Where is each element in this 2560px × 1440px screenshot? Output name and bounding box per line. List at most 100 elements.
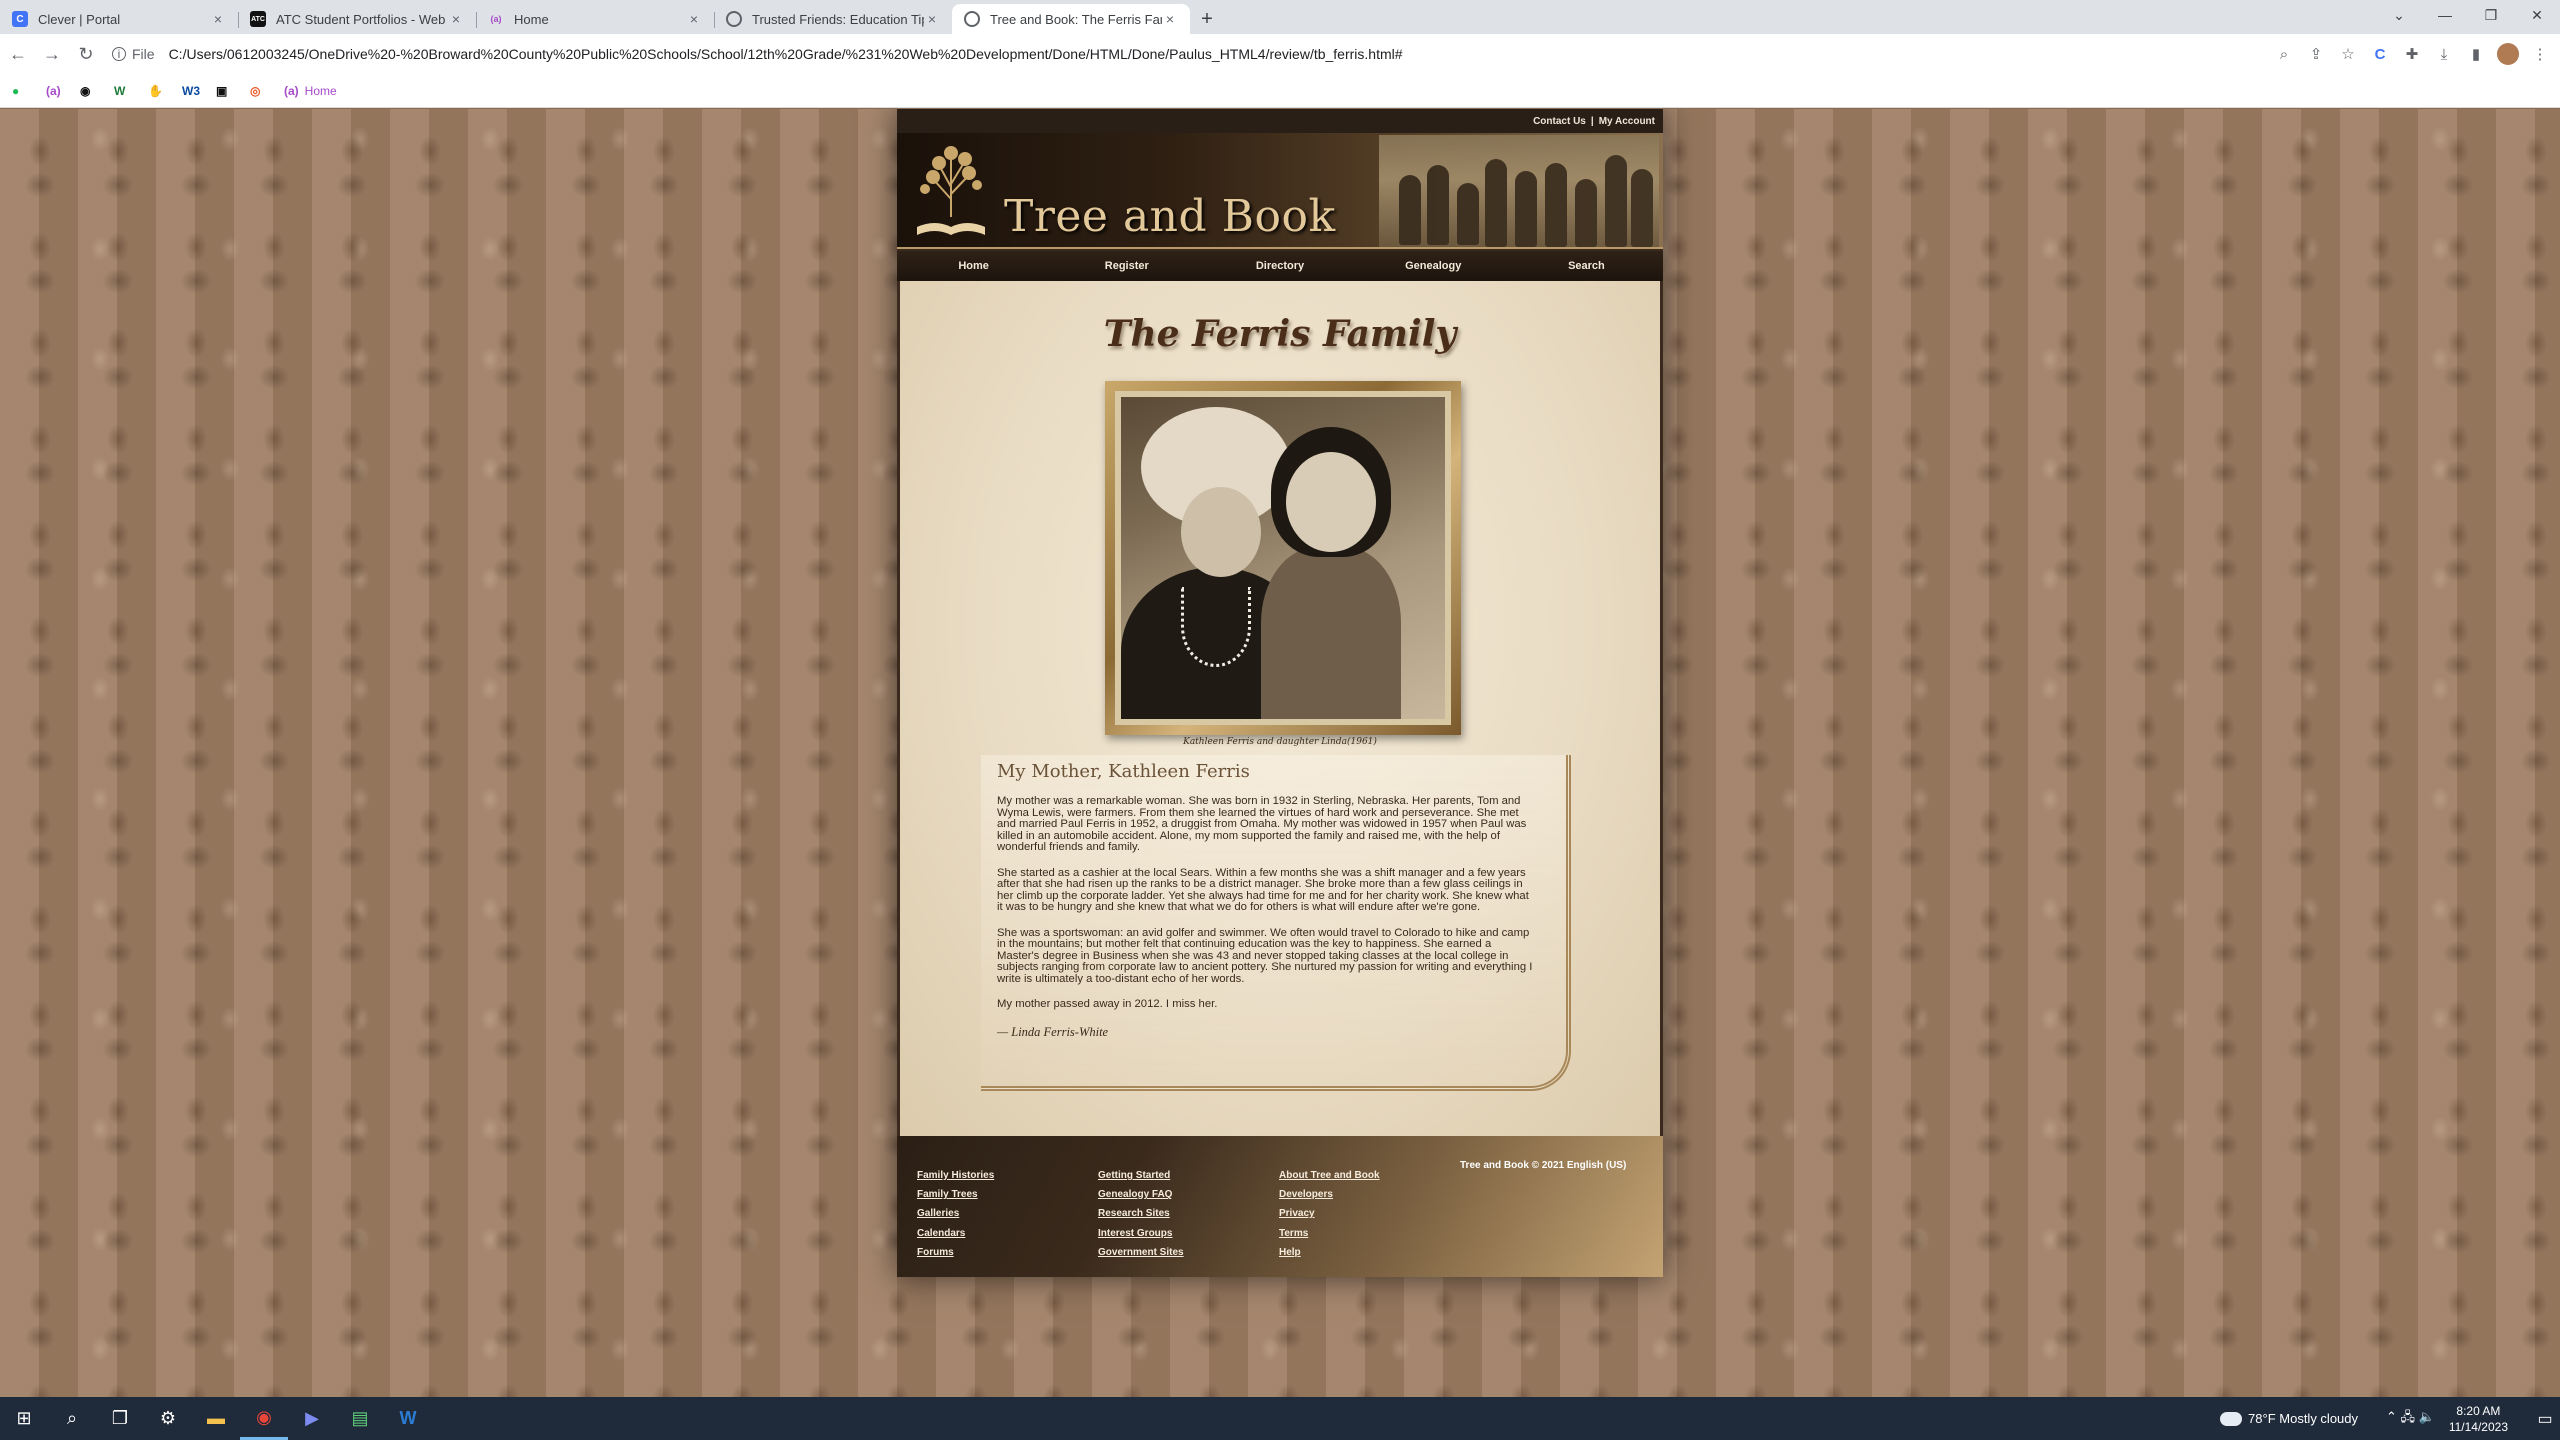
- download-icon[interactable]: ⤓: [2428, 38, 2460, 70]
- minimize-icon[interactable]: —: [2422, 0, 2468, 30]
- footer-link[interactable]: Interest Groups: [1098, 1224, 1184, 1243]
- contact-us-link[interactable]: Contact Us: [1533, 116, 1586, 127]
- footer-link[interactable]: Developers: [1279, 1185, 1380, 1204]
- page-viewport: Contact Us | My Account Tree and Book Ho…: [0, 109, 2560, 1397]
- footer-link[interactable]: Genealogy FAQ: [1098, 1185, 1184, 1204]
- tab-trusted-friends[interactable]: Trusted Friends: Education Tips ×: [714, 4, 952, 34]
- footer-column: About Tree and Book Developers Privacy T…: [1279, 1166, 1380, 1262]
- zoom-icon[interactable]: ⌕: [2268, 38, 2300, 70]
- globe-icon: [726, 11, 742, 27]
- family-photo: [1121, 397, 1445, 719]
- footer-link[interactable]: Privacy: [1279, 1204, 1380, 1223]
- nav-home[interactable]: Home: [897, 260, 1050, 272]
- bookmark-home[interactable]: (a) Home: [284, 80, 337, 102]
- notepad-icon[interactable]: ▤: [336, 1397, 384, 1440]
- toolbar-actions: ⌕ ⇪ ☆ C ✚ ⤓ ▮ ⋮: [2268, 38, 2556, 70]
- site-footer: Family Histories Family Trees Galleries …: [897, 1136, 1663, 1277]
- notification-icon[interactable]: ▭: [2530, 1409, 2560, 1429]
- footer-link[interactable]: Help: [1279, 1243, 1380, 1262]
- close-window-icon[interactable]: ✕: [2514, 0, 2560, 30]
- tab-home[interactable]: (a) Home ×: [476, 4, 714, 34]
- hand-icon[interactable]: ✋: [148, 80, 170, 102]
- settings-icon[interactable]: ⚙: [144, 1397, 192, 1440]
- tab-ferris-family[interactable]: Tree and Book: The Ferris Family ×: [952, 4, 1190, 34]
- orange-icon[interactable]: ◎: [250, 80, 272, 102]
- a-icon[interactable]: (a): [46, 80, 68, 102]
- photo-frame: [1105, 381, 1461, 735]
- footer-link[interactable]: Getting Started: [1098, 1166, 1184, 1185]
- nav-directory[interactable]: Directory: [1203, 260, 1356, 272]
- w-icon[interactable]: W: [114, 80, 136, 102]
- article-paragraph: My mother was a remarkable woman. She wa…: [997, 795, 1527, 853]
- copyright: Tree and Book © 2021 English (US): [1460, 1160, 1627, 1171]
- windows-start-icon[interactable]: ⊞: [0, 1397, 48, 1440]
- browser-toolbar: ← → ↻ i File C:/Users/0612003245/OneDriv…: [0, 34, 2560, 74]
- tab-title: Tree and Book: The Ferris Family: [990, 11, 1162, 27]
- site-banner: Tree and Book: [897, 133, 1663, 249]
- extensions-icon[interactable]: ✚: [2396, 38, 2428, 70]
- home-icon: (a): [490, 14, 502, 24]
- address-bar[interactable]: i File C:/Users/0612003245/OneDrive%20-%…: [112, 38, 2252, 70]
- tray-icons[interactable]: ⌃ 🖧 🔈: [2386, 1408, 2435, 1430]
- tab-search-icon[interactable]: ⌄: [2376, 0, 2422, 30]
- footer-link[interactable]: About Tree and Book: [1279, 1166, 1380, 1185]
- tree-logo-icon: [917, 146, 985, 235]
- pixel-icon[interactable]: ▣: [216, 80, 238, 102]
- github-icon[interactable]: ◉: [80, 80, 102, 102]
- task-view-icon[interactable]: ❐: [96, 1397, 144, 1440]
- screen-recorder-icon[interactable]: ▶: [288, 1397, 336, 1440]
- nav-genealogy[interactable]: Genealogy: [1357, 260, 1510, 272]
- weather-widget[interactable]: 78°F Mostly cloudy: [2220, 1411, 2358, 1426]
- footer-link[interactable]: Terms: [1279, 1224, 1380, 1243]
- footer-link[interactable]: Forums: [917, 1243, 994, 1262]
- footer-link[interactable]: Research Sites: [1098, 1204, 1184, 1223]
- star-icon[interactable]: ☆: [2332, 38, 2364, 70]
- close-icon[interactable]: ×: [686, 11, 702, 27]
- site-logo[interactable]: Tree and Book: [1004, 191, 1336, 242]
- word-icon[interactable]: W: [384, 1397, 432, 1440]
- tab-title: Clever | Portal: [38, 11, 121, 27]
- w3-icon[interactable]: W3: [182, 80, 204, 102]
- nav-search[interactable]: Search: [1510, 260, 1663, 272]
- spotify-icon[interactable]: ●: [12, 80, 34, 102]
- close-icon[interactable]: ×: [210, 11, 226, 27]
- date: 11/14/2023: [2448, 1419, 2508, 1434]
- time: 8:20 AM: [2456, 1403, 2501, 1418]
- close-icon[interactable]: ×: [448, 11, 464, 27]
- avatar[interactable]: [2497, 43, 2519, 65]
- url-text[interactable]: C:/Users/0612003245/OneDrive%20-%20Browa…: [169, 46, 1403, 62]
- footer-link[interactable]: Family Trees: [917, 1185, 994, 1204]
- back-icon[interactable]: ←: [2, 38, 34, 70]
- tab-title: ATC Student Portfolios - Web De: [276, 11, 448, 27]
- forward-icon[interactable]: →: [36, 38, 68, 70]
- file-explorer-icon[interactable]: ▬: [192, 1397, 240, 1440]
- new-tab-button[interactable]: +: [1190, 4, 1224, 34]
- clever-extension-icon[interactable]: C: [2364, 38, 2396, 70]
- chrome-icon[interactable]: ◉: [240, 1397, 288, 1440]
- my-account-link[interactable]: My Account: [1599, 116, 1655, 127]
- clock[interactable]: 8:20 AM 11/14/2023: [2449, 1403, 2508, 1435]
- weather-text: 78°F Mostly cloudy: [2248, 1411, 2359, 1426]
- info-icon[interactable]: i: [112, 47, 126, 61]
- share-icon[interactable]: ⇪: [2300, 38, 2332, 70]
- footer-link[interactable]: Calendars: [917, 1224, 994, 1243]
- footer-link[interactable]: Family Histories: [917, 1166, 994, 1185]
- main-content: The Ferris Family Kathleen Ferris and da…: [900, 281, 1660, 1136]
- globe-icon: [964, 11, 980, 27]
- tab-atc[interactable]: ATC ATC Student Portfolios - Web De ×: [238, 4, 476, 34]
- separator: |: [1590, 115, 1594, 127]
- footer-column: Family Histories Family Trees Galleries …: [917, 1166, 994, 1262]
- footer-column: Getting Started Genealogy FAQ Research S…: [1098, 1166, 1184, 1262]
- reload-icon[interactable]: ↻: [70, 38, 102, 70]
- page-title: The Ferris Family: [1103, 313, 1457, 355]
- close-icon[interactable]: ×: [924, 11, 940, 27]
- search-icon[interactable]: ⌕: [48, 1397, 96, 1440]
- sidepanel-icon[interactable]: ▮: [2460, 38, 2492, 70]
- footer-link[interactable]: Government Sites: [1098, 1243, 1184, 1262]
- tab-clever[interactable]: C Clever | Portal ×: [0, 4, 238, 34]
- nav-register[interactable]: Register: [1050, 260, 1203, 272]
- restore-icon[interactable]: ❐: [2468, 0, 2514, 30]
- close-icon[interactable]: ×: [1162, 11, 1178, 27]
- footer-link[interactable]: Galleries: [917, 1204, 994, 1223]
- menu-icon[interactable]: ⋮: [2524, 38, 2556, 70]
